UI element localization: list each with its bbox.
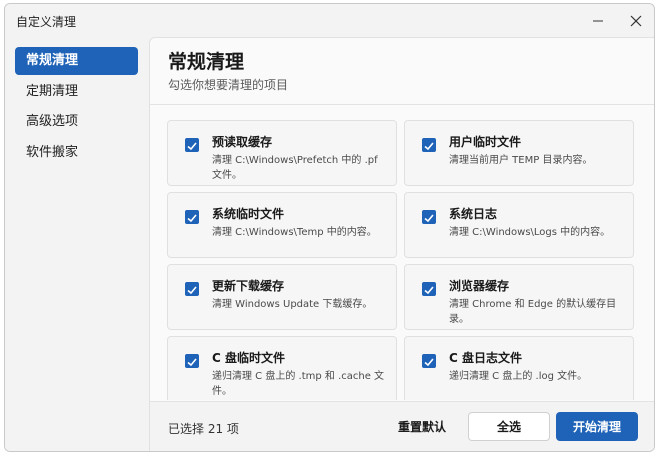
item-checkbox[interactable] (422, 354, 436, 368)
check-icon (424, 214, 434, 223)
clean-item-card[interactable]: 用户临时文件 清理当前用户 TEMP 目录内容。 (404, 120, 634, 186)
footer-bar: 已选择 21 项 重置默认 全选 开始清理 (150, 401, 654, 451)
sidebar-item-software-move[interactable]: 软件搬家 (15, 139, 138, 167)
item-title: 预读取缓存 (212, 135, 273, 149)
check-icon (424, 286, 434, 295)
page-header: 常规清理 勾选你想要清理的项目 (150, 38, 654, 105)
item-checkbox[interactable] (422, 282, 436, 296)
item-description: 清理 C:\Windows\Logs 中的内容。 (449, 227, 611, 238)
item-checkbox[interactable] (422, 210, 436, 224)
main-content: 常规清理 勾选你想要清理的项目 预读取缓存 清理 C:\Windows\Pref… (149, 37, 654, 451)
select-all-button[interactable]: 全选 (468, 412, 550, 441)
selected-count: 已选择 21 项 (168, 422, 239, 436)
check-icon (424, 142, 434, 151)
close-icon (630, 15, 642, 26)
clean-item-card[interactable]: 系统临时文件 清理 C:\Windows\Temp 中的内容。 (167, 192, 397, 258)
check-icon (424, 358, 434, 367)
window-title: 自定义清理 (16, 15, 77, 29)
item-title: C 盘临时文件 (212, 351, 285, 365)
page-title: 常规清理 (168, 51, 245, 73)
start-clean-button[interactable]: 开始清理 (556, 412, 638, 441)
clean-item-card[interactable]: 预读取缓存 清理 C:\Windows\Prefetch 中的 .pf 文件。 (167, 120, 397, 186)
item-checkbox[interactable] (185, 282, 199, 296)
clean-item-card[interactable]: 系统日志 清理 C:\Windows\Logs 中的内容。 (404, 192, 634, 258)
item-title: 系统临时文件 (212, 207, 285, 221)
minimize-icon (593, 20, 603, 21)
item-description: 清理 Windows Update 下载缓存。 (212, 299, 373, 310)
item-description: 清理当前用户 TEMP 目录内容。 (449, 155, 593, 166)
check-icon (187, 358, 197, 367)
reset-default-button[interactable]: 重置默认 (382, 412, 462, 441)
item-description: 递归清理 C 盘上的 .tmp 和 .cache 文件。 (212, 371, 385, 397)
item-checkbox[interactable] (185, 138, 199, 152)
item-description: 清理 C:\Windows\Temp 中的内容。 (212, 227, 377, 238)
item-checkbox[interactable] (185, 210, 199, 224)
item-checkbox[interactable] (185, 354, 199, 368)
sidebar: 常规清理 定期清理 高级选项 软件搬家 (5, 37, 149, 451)
item-description: 清理 Chrome 和 Edge 的默认缓存目录。 (449, 299, 617, 325)
clean-item-card[interactable]: 更新下载缓存 清理 Windows Update 下载缓存。 (167, 264, 397, 330)
item-title: 更新下载缓存 (212, 279, 285, 293)
close-button[interactable] (617, 4, 654, 37)
clean-item-card[interactable]: C 盘日志文件 递归清理 C 盘上的 .log 文件。 (404, 336, 634, 400)
item-description: 清理 C:\Windows\Prefetch 中的 .pf 文件。 (212, 155, 378, 181)
item-title: 浏览器缓存 (449, 279, 510, 293)
sidebar-item-advanced-options[interactable]: 高级选项 (15, 108, 138, 136)
page-subtitle: 勾选你想要清理的项目 (168, 78, 289, 92)
clean-item-card[interactable]: 浏览器缓存 清理 Chrome 和 Edge 的默认缓存目录。 (404, 264, 634, 330)
sidebar-item-scheduled-clean[interactable]: 定期清理 (15, 78, 138, 106)
sidebar-item-general-clean[interactable]: 常规清理 (15, 47, 138, 75)
clean-item-card[interactable]: C 盘临时文件 递归清理 C 盘上的 .tmp 和 .cache 文件。 (167, 336, 397, 400)
check-icon (187, 142, 197, 151)
item-checkbox[interactable] (422, 138, 436, 152)
check-icon (187, 286, 197, 295)
item-description: 递归清理 C 盘上的 .log 文件。 (449, 371, 588, 382)
check-icon (187, 214, 197, 223)
app-window: 自定义清理 常规清理 定期清理 高级选项 软件搬家 常规清理 勾选你想要清理的项… (4, 3, 655, 452)
minimize-button[interactable] (579, 4, 617, 37)
title-bar: 自定义清理 (5, 4, 654, 37)
item-title: 系统日志 (449, 207, 498, 221)
item-title: 用户临时文件 (449, 135, 522, 149)
item-title: C 盘日志文件 (449, 351, 522, 365)
